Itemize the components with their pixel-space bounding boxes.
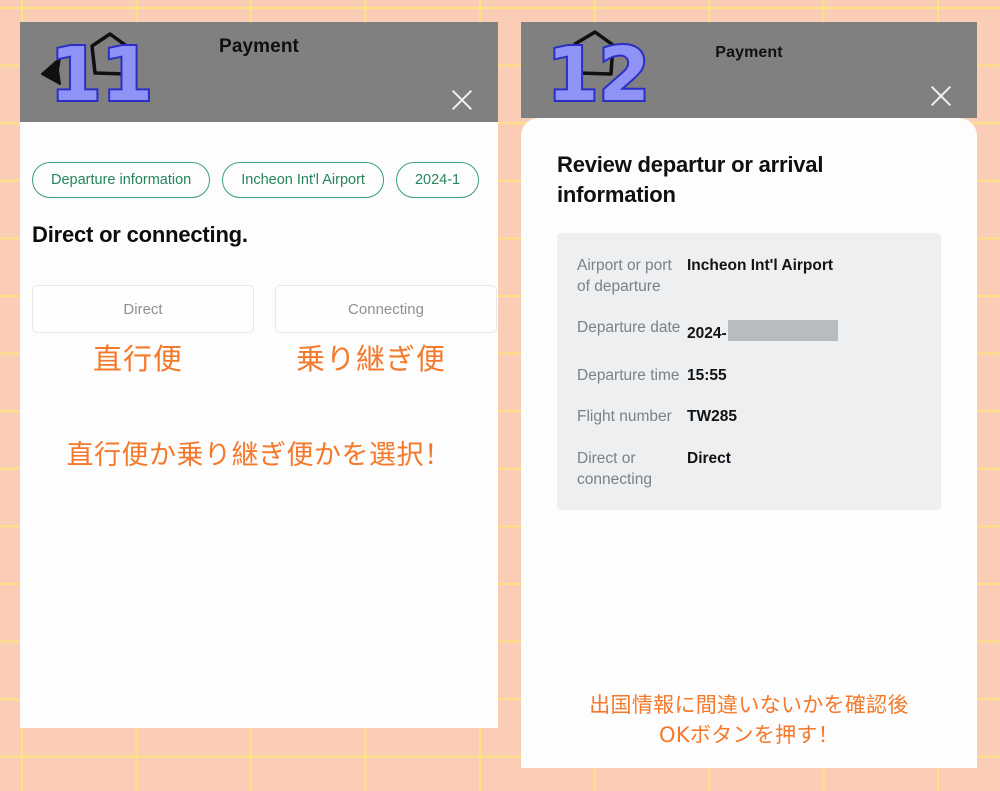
annotation-line-2: OKボタンを押す！ <box>659 723 839 748</box>
page-title: Payment <box>219 36 299 57</box>
redaction-bar <box>727 320 838 342</box>
detail-label: Flight number <box>577 408 672 426</box>
detail-row-airport: Airport or port of departure Incheon Int… <box>557 255 941 298</box>
detail-value: Incheon Int'l Airport <box>687 256 834 274</box>
app-header-right: Payment 12 <box>521 22 977 120</box>
detail-label: Departure date <box>577 319 681 337</box>
annotation-line-1: 出国情報に間違いないかを確認後 <box>589 693 909 717</box>
choice-button-row: Direct Connecting <box>20 248 498 333</box>
step-badge-12: 12 <box>539 30 659 120</box>
breadcrumb-chip-row: Departure information Incheon Int'l Airp… <box>20 122 498 198</box>
detail-value: TW285 <box>687 408 737 426</box>
detail-value: 15:55 <box>687 366 727 384</box>
detail-label: Departure time <box>577 366 680 384</box>
app-header-left: Payment 11 <box>20 22 498 122</box>
phone-screen-right: Payment 12 Review departur or arrival in… <box>521 22 977 768</box>
annotation-select-flight-type: 直行便か乗り継ぎ便かを選択！ <box>66 440 452 472</box>
detail-value: Direct <box>687 449 731 467</box>
direct-button[interactable]: Direct <box>32 285 254 333</box>
detail-row-departure-date: Departure date 2024- <box>557 317 941 344</box>
detail-value-text: 2024- <box>687 325 727 343</box>
choice-annotation-row: 直行便 乗り継ぎ便 <box>20 333 498 377</box>
close-icon[interactable] <box>927 82 955 110</box>
connecting-button[interactable]: Connecting <box>275 285 497 333</box>
panel-body-right: Review departur or arrival information A… <box>521 118 977 768</box>
detail-row-direct-or-connecting: Direct or connecting Direct <box>557 448 941 491</box>
chip-airport[interactable]: Incheon Int'l Airport <box>222 162 384 198</box>
section-title: Direct or connecting. <box>32 222 248 247</box>
detail-row-flight-number: Flight number TW285 <box>557 406 941 427</box>
annotation-connecting: 乗り継ぎ便 <box>295 342 446 376</box>
detail-label: Airport or port of departure <box>577 256 672 296</box>
review-heading: Review departur or arrival information <box>557 152 824 208</box>
annotation-direct: 直行便 <box>92 342 183 376</box>
page-title: Payment <box>715 44 783 61</box>
annotation-confirm-and-press-ok: 出国情報に間違いないかを確認後 OKボタンを押す！ <box>521 690 977 751</box>
departure-details-card: Airport or port of departure Incheon Int… <box>557 232 941 511</box>
close-icon[interactable] <box>448 86 476 114</box>
chip-date[interactable]: 2024-1 <box>395 162 480 198</box>
detail-label: Direct or connecting <box>577 449 652 488</box>
phone-screen-left: Payment 11 Departure information Incheon… <box>20 22 498 728</box>
detail-value: 2024- <box>687 317 838 344</box>
detail-row-departure-time: Departure time 15:55 <box>557 365 941 386</box>
panel-body-left: Departure information Incheon Int'l Airp… <box>20 122 498 728</box>
chip-departure-information[interactable]: Departure information <box>32 162 211 198</box>
